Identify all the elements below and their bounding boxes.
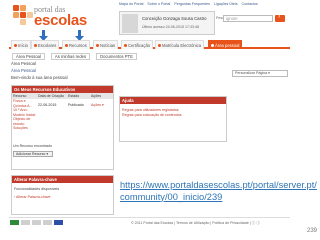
tab-label: Recursos	[69, 42, 87, 48]
tab-matricula[interactable]: Matrícula Electrónica	[155, 40, 205, 49]
avatar	[122, 14, 138, 33]
widget-title: Os Meus Recursos Educativos	[12, 86, 113, 93]
resource-date: 22-06-2015	[38, 103, 57, 107]
help-links: Regras para utilizadores registados Regr…	[120, 104, 226, 122]
portugal-flag-icon	[10, 220, 19, 225]
page-title: Área Pessoal	[11, 61, 36, 66]
tab-label: Área pessoal	[215, 42, 240, 48]
slide-number: 239	[307, 228, 318, 234]
add-resource-button[interactable]: Adicionar Recurso ▾	[13, 151, 53, 157]
logo-text-escolas: escolas	[34, 12, 87, 29]
change-password-link[interactable]: › Alterar Palavra-chave	[14, 195, 51, 199]
tab-certificacao[interactable]: Certificação	[121, 40, 154, 49]
personalize-page-select[interactable]: Personalizar Página ▾	[232, 70, 288, 77]
footer-text: © 2011 Portal das Escolas | Termos de Ut…	[131, 221, 260, 225]
widget-title: Alterar Palavra-chave	[12, 176, 113, 183]
help-link[interactable]: Regras para colocação de conteúdos	[122, 113, 224, 118]
top-links: Mapa do Portal Sobre o Portal Perguntas …	[119, 2, 258, 6]
breadcrumb[interactable]: Área Pessoal	[11, 68, 36, 73]
partner-logo-icon	[21, 220, 30, 225]
resource-status: Publicado	[68, 103, 84, 107]
certificate-icon	[124, 43, 127, 47]
subtab-area-pessoal[interactable]: Área Pessoal	[12, 52, 45, 60]
partner-logo-icon	[43, 220, 52, 225]
subtab-documentos[interactable]: Documentos PTE	[96, 52, 137, 60]
tab-noticias[interactable]: Notícias	[93, 40, 119, 49]
sub-nav: Área Pessoal As minhas redes Documentos …	[9, 52, 290, 60]
footer: © 2011 Portal das Escolas | Termos de Ut…	[9, 217, 290, 226]
tab-label: Matrícula Electrónica	[162, 42, 202, 48]
my-resources-widget: Os Meus Recursos Educativos Recurso Data…	[11, 85, 114, 170]
welcome-text: Bem-vindo à sua área pessoal	[11, 75, 68, 80]
actions-dropdown[interactable]: Ações ▾	[90, 99, 113, 127]
top-link-mapa[interactable]: Mapa do Portal	[119, 2, 143, 6]
resources-icon	[65, 43, 68, 47]
user-box: Conceição Gonzaga Sousa Castro Último ac…	[119, 11, 215, 35]
tab-label: Início	[18, 42, 29, 48]
top-link-ligacoes[interactable]: Ligações Úteis	[214, 2, 238, 6]
tab-escolares[interactable]: Escolares	[31, 40, 60, 49]
partner-logo-icon	[32, 220, 41, 225]
widget-title: Ajuda	[120, 97, 226, 104]
change-password-widget: Alterar Palavra-chave Funcionalidades di…	[11, 175, 114, 215]
enrolment-icon	[158, 43, 161, 47]
subtab-minhas-redes[interactable]: As minhas redes	[50, 52, 91, 60]
tab-label: Certificação	[128, 42, 151, 48]
footer-logos	[10, 220, 63, 225]
user-icon	[211, 43, 214, 47]
tab-label: Escolares	[38, 42, 57, 48]
news-icon	[96, 43, 99, 47]
user-name: Conceição Gonzaga Sousa Castro	[142, 16, 207, 21]
help-widget: Ajuda Regras para utilizadores registado…	[119, 96, 227, 142]
results-count: Um Recurso encontrado	[13, 144, 52, 148]
main-nav: Início Escolares Recursos Notícias Certi…	[9, 39, 290, 49]
last-access: Último acesso 24-06-2015 17:33:48	[142, 25, 199, 29]
table-row: Física e Química A - 10.º Ano: Modelo In…	[12, 99, 113, 130]
top-link-contactos[interactable]: Contactos	[242, 2, 258, 6]
school-icon	[34, 43, 37, 47]
logo-mark-icon	[13, 5, 33, 25]
home-icon	[14, 43, 17, 47]
tab-label: Notícias	[100, 42, 116, 48]
search-button[interactable]	[275, 13, 285, 22]
eu-flag-icon	[54, 220, 63, 225]
tab-inicio[interactable]: Início	[11, 40, 32, 49]
features-text: Funcionalidades disponíveis	[14, 187, 60, 191]
top-link-perguntas[interactable]: Perguntas Frequentes	[174, 2, 210, 6]
search-input[interactable]: ignore	[223, 15, 273, 22]
tab-recursos[interactable]: Recursos	[62, 40, 90, 49]
tab-area-pessoal[interactable]: Área pessoal	[208, 40, 243, 49]
top-link-sobre[interactable]: Sobre o Portal	[147, 2, 170, 6]
resource-link[interactable]: Física e Química A - 10.º Ano: Modelo In…	[12, 99, 37, 130]
source-url[interactable]: https://www.portaldasescolas.pt/portal/s…	[120, 180, 320, 203]
